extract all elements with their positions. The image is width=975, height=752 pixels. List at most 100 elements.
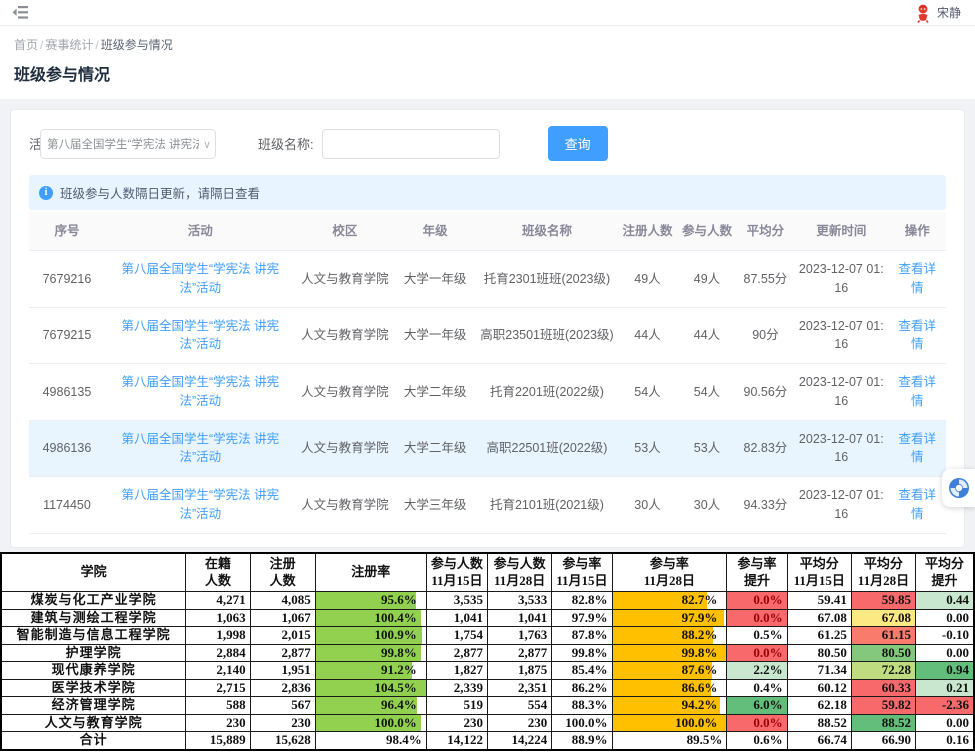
view-detail-link[interactable]: 查看详情 (898, 375, 936, 408)
enrolled-cell: 4,271 (186, 592, 250, 610)
bar-value: 99.8% (617, 645, 723, 662)
update-time-cell: 2023-12-07 01:16 (794, 364, 888, 421)
rate-lift-cell: 0.0% (727, 592, 787, 610)
avg-lift-cell: 0.00 (916, 609, 974, 627)
activity-link[interactable]: 第八届全国学生“学宪法 讲宪法”活动 (121, 375, 279, 408)
table-row: 7679216第八届全国学生“学宪法 讲宪法”活动人文与教育学院大学一年级托育2… (29, 251, 946, 308)
view-detail-link: 查看详情 (889, 364, 947, 421)
update-time-cell: 2023-12-07 01:16 (794, 477, 888, 534)
update-time-cell: 2023-12-07 01:16 (794, 307, 888, 364)
activity-link[interactable]: 第八届全国学生“学宪法 讲宪法”活动 (121, 432, 279, 465)
view-detail-link: 查看详情 (889, 307, 947, 364)
bar-value: 100.0% (320, 715, 422, 732)
activity-link[interactable]: 第八届全国学生“学宪法 讲宪法”活动 (121, 262, 279, 295)
activity-link[interactable]: 第八届全国学生“学宪法 讲宪法”活动 (121, 488, 279, 521)
column-header: 班级名称 (476, 212, 618, 251)
summary-row: 医学技术学院2,7152,836104.5%2,3392,35186.2%86.… (1, 679, 974, 697)
notice-banner: i 班级参与人数隔日更新，请隔日查看 (29, 175, 946, 210)
avg-lift-cell: -2.36 (916, 697, 974, 715)
user-name: 宋静 (937, 4, 961, 21)
registered-cell: 30人 (618, 477, 677, 534)
rate-1128-cell: 94.2% (612, 697, 727, 715)
floating-helper-button[interactable] (942, 469, 975, 507)
breadcrumb-item[interactable]: 赛事统计 (45, 38, 93, 52)
view-detail-link[interactable]: 查看详情 (898, 432, 936, 465)
rate-1115-cell: 97.9% (552, 609, 612, 627)
view-detail-link[interactable]: 查看详情 (898, 319, 936, 352)
bar-value: 86.6% (617, 680, 723, 697)
summary-column-header: 在籍人数 (186, 553, 250, 592)
registered-cell: 15,628 (250, 732, 315, 750)
rate-1128-cell: 89.5% (612, 732, 727, 750)
summary-column-header: 平均分提升 (916, 553, 974, 592)
avg-lift-cell: 0.44 (916, 592, 974, 610)
registered-cell: 53人 (618, 420, 677, 477)
summary-row: 经济管理学院58856796.4%51955488.3%94.2%6.0%62.… (1, 697, 974, 715)
update-time-cell: 2023-12-07 01:16 (794, 251, 888, 308)
avg-1115-cell: 67.08 (787, 609, 851, 627)
bar-value: 100.4% (320, 610, 422, 627)
registered-cell: 230 (250, 714, 315, 732)
avg-lift-cell: 0.21 (916, 679, 974, 697)
rate-lift-cell: 0.6% (727, 732, 787, 750)
table-header-row: 序号活动校区年级班级名称注册人数参与人数平均分更新时间操作 (29, 212, 946, 251)
activity-link[interactable]: 第八届全国学生“学宪法 讲宪法”活动 (121, 319, 279, 352)
summary-header-row: 学院在籍人数注册人数注册率参与人数11月15日参与人数11月28日参与率11月1… (1, 553, 974, 592)
rate-1115-cell: 88.9% (552, 732, 612, 750)
avg-score-cell: 90.56分 (737, 364, 794, 421)
breadcrumb-item: 班级参与情况 (101, 38, 173, 52)
breadcrumb-separator: / (95, 38, 98, 52)
sidebar-collapse-icon[interactable] (12, 4, 30, 22)
pinwheel-logo-icon (948, 477, 970, 499)
class-name-cell: 托育2201班(2022级) (476, 364, 618, 421)
column-header: 年级 (394, 212, 476, 251)
table-row: 1174450第八届全国学生“学宪法 讲宪法”活动人文与教育学院大学三年级托育2… (29, 477, 946, 534)
breadcrumb-item[interactable]: 首页 (14, 38, 38, 52)
rate-1115-cell: 100.0% (552, 714, 612, 732)
bar-value: 88.2% (617, 627, 723, 644)
class-name-input[interactable] (322, 129, 500, 159)
enrolled-cell: 2,140 (186, 662, 250, 680)
avg-1128-cell: 67.08 (851, 609, 915, 627)
part-1115-cell: 3,535 (426, 592, 487, 610)
avg-score-cell: 90分 (737, 307, 794, 364)
user-menu[interactable]: 宋静 (914, 3, 961, 23)
bar-value: 82.7% (617, 592, 723, 609)
rate-lift-cell: 0.5% (727, 627, 787, 645)
part-1128-cell: 230 (487, 714, 551, 732)
rate-1128-cell: 99.8% (612, 644, 727, 662)
rate-1128-cell: 97.9% (612, 609, 727, 627)
chevron-down-icon: ∨ (203, 138, 211, 151)
avg-1115-cell: 59.41 (787, 592, 851, 610)
info-icon: i (39, 186, 53, 200)
part-1128-cell: 2,877 (487, 644, 551, 662)
column-header: 注册人数 (618, 212, 677, 251)
avg-1128-cell: 60.33 (851, 679, 915, 697)
view-detail-link[interactable]: 查看详情 (898, 262, 936, 295)
registered-cell: 4,085 (250, 592, 315, 610)
column-header: 平均分 (737, 212, 794, 251)
activity-label: 活 (29, 134, 40, 153)
avg-1128-cell: 61.15 (851, 627, 915, 645)
participated-cell: 49人 (677, 251, 736, 308)
reg-rate-cell: 100.9% (315, 627, 426, 645)
view-detail-link[interactable]: 查看详情 (898, 488, 936, 521)
bar-value: 97.9% (617, 610, 723, 627)
summary-column-header: 平均分11月28日 (851, 553, 915, 592)
bar-value: 104.5% (320, 680, 422, 697)
class-table-body: 7679216第八届全国学生“学宪法 讲宪法”活动人文与教育学院大学一年级托育2… (29, 251, 946, 534)
activity-select[interactable]: 第八届全国学生“学宪法 讲宪法”活动 ∨ (40, 129, 216, 159)
participated-cell: 54人 (677, 364, 736, 421)
reg-rate-cell: 91.2% (315, 662, 426, 680)
avg-score-cell: 94.33分 (737, 477, 794, 534)
rate-1115-cell: 99.8% (552, 644, 612, 662)
avg-1128-cell: 88.52 (851, 714, 915, 732)
avg-1115-cell: 62.18 (787, 697, 851, 715)
query-button[interactable]: 查询 (548, 126, 608, 161)
summary-table-body: 煤炭与化工产业学院4,2714,08595.6%3,5353,53382.8%8… (1, 592, 974, 750)
enrolled-cell: 2,884 (186, 644, 250, 662)
summary-column-header: 参与人数11月28日 (487, 553, 551, 592)
avg-1128-cell: 72.28 (851, 662, 915, 680)
reg-rate-cell: 104.5% (315, 679, 426, 697)
rate-lift-cell: 6.0% (727, 697, 787, 715)
